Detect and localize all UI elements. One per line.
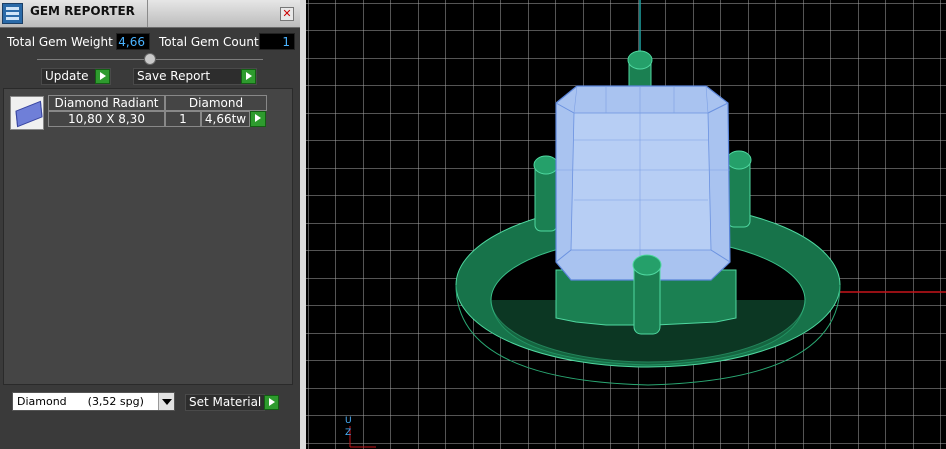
gem-size-cell[interactable]: 10,80 X 8,30 — [48, 111, 165, 127]
diamond-radiant-gem-icon — [10, 96, 44, 130]
gem-reporter-panel: GEM REPORTER ✕ Total Gem Weight 4,66 Tot… — [0, 0, 300, 449]
total-gem-weight-value: 4,66 — [116, 33, 150, 50]
gem-count-cell[interactable]: 1 — [165, 111, 201, 127]
total-gem-weight-label: Total Gem Weight — [7, 35, 113, 49]
radiant-diamond-gem — [555, 85, 731, 281]
front-prong — [632, 254, 662, 335]
total-gem-count-value: 1 — [259, 33, 295, 50]
panel-title: GEM REPORTER — [30, 4, 135, 18]
gem-list — [3, 88, 293, 385]
gem-reporter-app-icon — [2, 3, 23, 24]
axis-label-u: U — [345, 416, 352, 426]
titlebar-separator — [147, 0, 148, 27]
chevron-down-icon[interactable] — [158, 393, 174, 410]
close-icon[interactable]: ✕ — [280, 7, 294, 21]
update-arrow-icon[interactable] — [95, 69, 110, 84]
panel-slider-handle[interactable] — [144, 53, 156, 65]
gem-row-arrow-icon[interactable] — [250, 111, 266, 127]
gem-shape-cell[interactable]: Diamond Radiant — [48, 95, 165, 111]
gem-weight-cell[interactable]: 4,66tw — [201, 111, 250, 127]
save-report-arrow-icon[interactable] — [241, 69, 256, 84]
material-select[interactable]: Diamond (3,52 spg) — [12, 392, 175, 411]
axis-label-z: Z — [345, 428, 352, 438]
3d-viewport[interactable]: U Z — [306, 0, 946, 449]
set-material-button[interactable]: Set Material — [185, 394, 265, 411]
set-material-arrow-icon[interactable] — [264, 395, 279, 410]
total-gem-count-label: Total Gem Count — [159, 35, 259, 49]
update-button-label: Update — [45, 69, 89, 83]
viewport-canvas — [306, 0, 946, 449]
set-material-button-label: Set Material — [189, 395, 262, 409]
save-report-button-label: Save Report — [137, 69, 211, 83]
material-select-value: Diamond (3,52 spg) — [17, 395, 144, 408]
save-report-button[interactable]: Save Report — [133, 68, 257, 85]
panel-titlebar: GEM REPORTER ✕ — [0, 0, 300, 28]
gem-material-cell[interactable]: Diamond — [165, 95, 267, 111]
